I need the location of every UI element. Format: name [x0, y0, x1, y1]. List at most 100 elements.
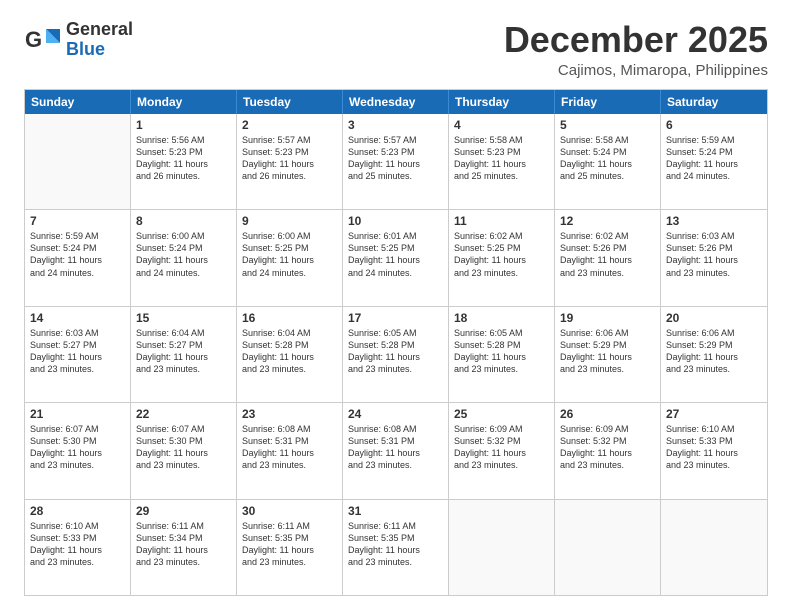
day-number: 27 [666, 407, 762, 421]
calendar-cell: 31Sunrise: 6:11 AMSunset: 5:35 PMDayligh… [343, 500, 449, 595]
day-info: Sunrise: 6:07 AMSunset: 5:30 PMDaylight:… [30, 423, 125, 472]
day-info: Sunrise: 6:03 AMSunset: 5:27 PMDaylight:… [30, 327, 125, 376]
day-info: Sunrise: 6:10 AMSunset: 5:33 PMDaylight:… [666, 423, 762, 472]
calendar-cell: 11 Sunrise: 6:02 AMSunset: 5:25 PMDayligh… [449, 210, 555, 305]
calendar-cell: 18 Sunrise: 6:05 AMSunset: 5:28 PMDayligh… [449, 307, 555, 402]
weekday-header-saturday: Saturday [661, 90, 767, 114]
calendar-cell: 2Sunrise: 5:57 AMSunset: 5:23 PMDaylight… [237, 114, 343, 209]
calendar-cell: 10 Sunrise: 6:01 AMSunset: 5:25 PMDayligh… [343, 210, 449, 305]
calendar-cell: 27 Sunrise: 6:10 AMSunset: 5:33 PMDayligh… [661, 403, 767, 498]
day-number: 21 [30, 407, 125, 421]
day-number: 24 [348, 407, 443, 421]
day-info: Sunrise: 6:04 AMSunset: 5:28 PMDaylight:… [242, 327, 337, 376]
day-info: Sunrise: 5:59 AMSunset: 5:24 PMDaylight:… [666, 134, 762, 183]
day-info: Sunrise: 6:11 AMSunset: 5:35 PMDaylight:… [242, 520, 337, 569]
day-number: 3 [348, 118, 443, 132]
day-number: 29 [136, 504, 231, 518]
calendar-cell [25, 114, 131, 209]
logo-blue: Blue [66, 40, 133, 60]
day-info: Sunrise: 5:59 AMSunset: 5:24 PMDaylight:… [30, 230, 125, 279]
day-info: Sunrise: 6:07 AMSunset: 5:30 PMDaylight:… [136, 423, 231, 472]
calendar-cell: 28 Sunrise: 6:10 AMSunset: 5:33 PMDayligh… [25, 500, 131, 595]
day-number: 6 [666, 118, 762, 132]
calendar-cell: 14 Sunrise: 6:03 AMSunset: 5:27 PMDayligh… [25, 307, 131, 402]
day-number: 16 [242, 311, 337, 325]
day-info: Sunrise: 6:09 AMSunset: 5:32 PMDaylight:… [560, 423, 655, 472]
day-number: 13 [666, 214, 762, 228]
calendar-cell: 21 Sunrise: 6:07 AMSunset: 5:30 PMDayligh… [25, 403, 131, 498]
page: G General Blue December 2025 Cajimos, Mi… [0, 0, 792, 612]
calendar-cell: 15Sunrise: 6:04 AMSunset: 5:27 PMDayligh… [131, 307, 237, 402]
day-number: 17 [348, 311, 443, 325]
day-info: Sunrise: 6:05 AMSunset: 5:28 PMDaylight:… [454, 327, 549, 376]
calendar-cell: 9Sunrise: 6:00 AMSunset: 5:25 PMDaylight… [237, 210, 343, 305]
day-number: 25 [454, 407, 549, 421]
day-info: Sunrise: 6:02 AMSunset: 5:25 PMDaylight:… [454, 230, 549, 279]
day-info: Sunrise: 6:08 AMSunset: 5:31 PMDaylight:… [242, 423, 337, 472]
day-number: 14 [30, 311, 125, 325]
weekday-header-tuesday: Tuesday [237, 90, 343, 114]
logo: G General Blue [24, 20, 133, 60]
day-info: Sunrise: 6:03 AMSunset: 5:26 PMDaylight:… [666, 230, 762, 279]
calendar-cell [555, 500, 661, 595]
calendar-cell: 30Sunrise: 6:11 AMSunset: 5:35 PMDayligh… [237, 500, 343, 595]
calendar-cell: 13 Sunrise: 6:03 AMSunset: 5:26 PMDayligh… [661, 210, 767, 305]
calendar-cell: 24 Sunrise: 6:08 AMSunset: 5:31 PMDayligh… [343, 403, 449, 498]
day-info: Sunrise: 5:57 AMSunset: 5:23 PMDaylight:… [348, 134, 443, 183]
weekday-header-thursday: Thursday [449, 90, 555, 114]
calendar-cell: 16 Sunrise: 6:04 AMSunset: 5:28 PMDayligh… [237, 307, 343, 402]
day-number: 10 [348, 214, 443, 228]
day-info: Sunrise: 6:05 AMSunset: 5:28 PMDaylight:… [348, 327, 443, 376]
day-number: 15 [136, 311, 231, 325]
weekday-header-wednesday: Wednesday [343, 90, 449, 114]
day-info: Sunrise: 5:58 AMSunset: 5:23 PMDaylight:… [454, 134, 549, 183]
weekday-header-monday: Monday [131, 90, 237, 114]
day-info: Sunrise: 6:11 AMSunset: 5:34 PMDaylight:… [136, 520, 231, 569]
calendar-cell [661, 500, 767, 595]
header: G General Blue December 2025 Cajimos, Mi… [24, 20, 768, 79]
day-number: 19 [560, 311, 655, 325]
calendar-cell: 8Sunrise: 6:00 AMSunset: 5:24 PMDaylight… [131, 210, 237, 305]
calendar-cell: 12 Sunrise: 6:02 AMSunset: 5:26 PMDayligh… [555, 210, 661, 305]
day-number: 8 [136, 214, 231, 228]
calendar-week-3: 14 Sunrise: 6:03 AMSunset: 5:27 PMDayligh… [25, 307, 767, 403]
day-number: 7 [30, 214, 125, 228]
calendar-cell: 5Sunrise: 5:58 AMSunset: 5:24 PMDaylight… [555, 114, 661, 209]
day-info: Sunrise: 6:06 AMSunset: 5:29 PMDaylight:… [560, 327, 655, 376]
day-info: Sunrise: 6:08 AMSunset: 5:31 PMDaylight:… [348, 423, 443, 472]
day-number: 1 [136, 118, 231, 132]
calendar-cell [449, 500, 555, 595]
calendar-cell: 23 Sunrise: 6:08 AMSunset: 5:31 PMDayligh… [237, 403, 343, 498]
calendar-cell: 1 Sunrise: 5:56 AMSunset: 5:23 PMDaylight… [131, 114, 237, 209]
calendar-week-2: 7 Sunrise: 5:59 AMSunset: 5:24 PMDaylight… [25, 210, 767, 306]
day-info: Sunrise: 6:06 AMSunset: 5:29 PMDaylight:… [666, 327, 762, 376]
day-number: 11 [454, 214, 549, 228]
calendar-cell: 20 Sunrise: 6:06 AMSunset: 5:29 PMDayligh… [661, 307, 767, 402]
day-info: Sunrise: 6:00 AMSunset: 5:25 PMDaylight:… [242, 230, 337, 279]
day-number: 23 [242, 407, 337, 421]
day-info: Sunrise: 6:09 AMSunset: 5:32 PMDaylight:… [454, 423, 549, 472]
calendar-week-4: 21 Sunrise: 6:07 AMSunset: 5:30 PMDayligh… [25, 403, 767, 499]
calendar-cell: 22Sunrise: 6:07 AMSunset: 5:30 PMDayligh… [131, 403, 237, 498]
day-info: Sunrise: 6:01 AMSunset: 5:25 PMDaylight:… [348, 230, 443, 279]
calendar-week-1: 1 Sunrise: 5:56 AMSunset: 5:23 PMDaylight… [25, 114, 767, 210]
location: Cajimos, Mimaropa, Philippines [504, 62, 768, 79]
calendar-cell: 29 Sunrise: 6:11 AMSunset: 5:34 PMDayligh… [131, 500, 237, 595]
day-number: 28 [30, 504, 125, 518]
day-number: 5 [560, 118, 655, 132]
day-number: 12 [560, 214, 655, 228]
calendar-cell: 3 Sunrise: 5:57 AMSunset: 5:23 PMDaylight… [343, 114, 449, 209]
day-number: 20 [666, 311, 762, 325]
day-number: 4 [454, 118, 549, 132]
day-info: Sunrise: 6:10 AMSunset: 5:33 PMDaylight:… [30, 520, 125, 569]
day-info: Sunrise: 5:56 AMSunset: 5:23 PMDaylight:… [136, 134, 231, 183]
weekday-header-friday: Friday [555, 90, 661, 114]
day-number: 18 [454, 311, 549, 325]
day-info: Sunrise: 6:02 AMSunset: 5:26 PMDaylight:… [560, 230, 655, 279]
calendar-cell: 26Sunrise: 6:09 AMSunset: 5:32 PMDayligh… [555, 403, 661, 498]
logo-general: General [66, 20, 133, 40]
calendar-body: 1 Sunrise: 5:56 AMSunset: 5:23 PMDaylight… [25, 114, 767, 595]
day-number: 31 [348, 504, 443, 518]
calendar: SundayMondayTuesdayWednesdayThursdayFrid… [24, 89, 768, 596]
day-info: Sunrise: 5:57 AMSunset: 5:23 PMDaylight:… [242, 134, 337, 183]
